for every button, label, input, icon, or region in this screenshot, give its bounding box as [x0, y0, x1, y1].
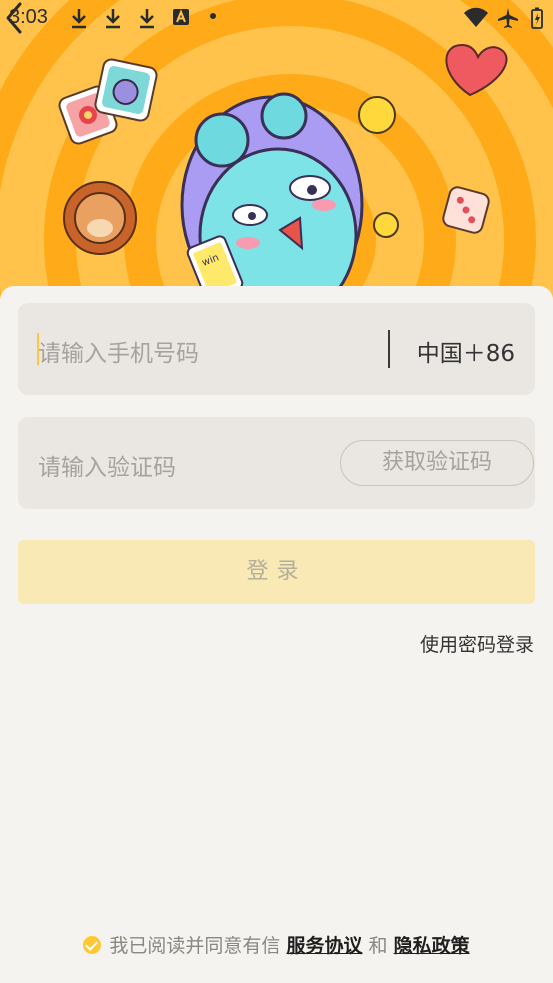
- airplane-icon: [498, 8, 518, 28]
- hero-illustration: win: [0, 0, 553, 300]
- status-bar: 3:03: [0, 0, 553, 36]
- password-login-link[interactable]: 使用密码登录: [420, 630, 534, 657]
- agreement-row: 我已阅读并同意有信 服务协议 和 隐私政策: [0, 931, 553, 958]
- phone-field[interactable]: 请输入手机号码 中国＋86: [18, 303, 535, 395]
- agreement-prefix: 我已阅读并同意有信: [109, 935, 281, 957]
- agreement-checkbox[interactable]: [83, 936, 102, 954]
- a-icon: [173, 9, 189, 25]
- battery-icon: [531, 7, 543, 29]
- download-icon: [140, 9, 154, 29]
- back-arrow-icon[interactable]: [0, 0, 30, 36]
- verification-code-field[interactable]: 请输入验证码 获取验证码: [18, 417, 535, 509]
- login-card: 请输入手机号码 中国＋86 请输入验证码 获取验证码 登录 使用密码登录 我已阅…: [0, 286, 553, 983]
- get-code-button[interactable]: 获取验证码: [340, 440, 534, 486]
- agreement-and: 和: [368, 935, 388, 957]
- country-code-selector[interactable]: 中国＋86: [417, 334, 515, 368]
- download-icon: [106, 9, 120, 29]
- wifi-icon: [464, 7, 488, 27]
- hero-banner: win 3:03: [0, 0, 553, 300]
- phone-input-placeholder[interactable]: 请输入手机号码: [38, 334, 199, 368]
- privacy-policy-link[interactable]: 隐私政策: [394, 935, 470, 957]
- login-button[interactable]: 登录: [18, 540, 535, 604]
- code-input-placeholder[interactable]: 请输入验证码: [38, 448, 176, 482]
- dot-icon: [210, 13, 216, 19]
- service-agreement-link[interactable]: 服务协议: [286, 935, 362, 957]
- field-divider: [388, 330, 390, 368]
- download-icon: [72, 9, 86, 29]
